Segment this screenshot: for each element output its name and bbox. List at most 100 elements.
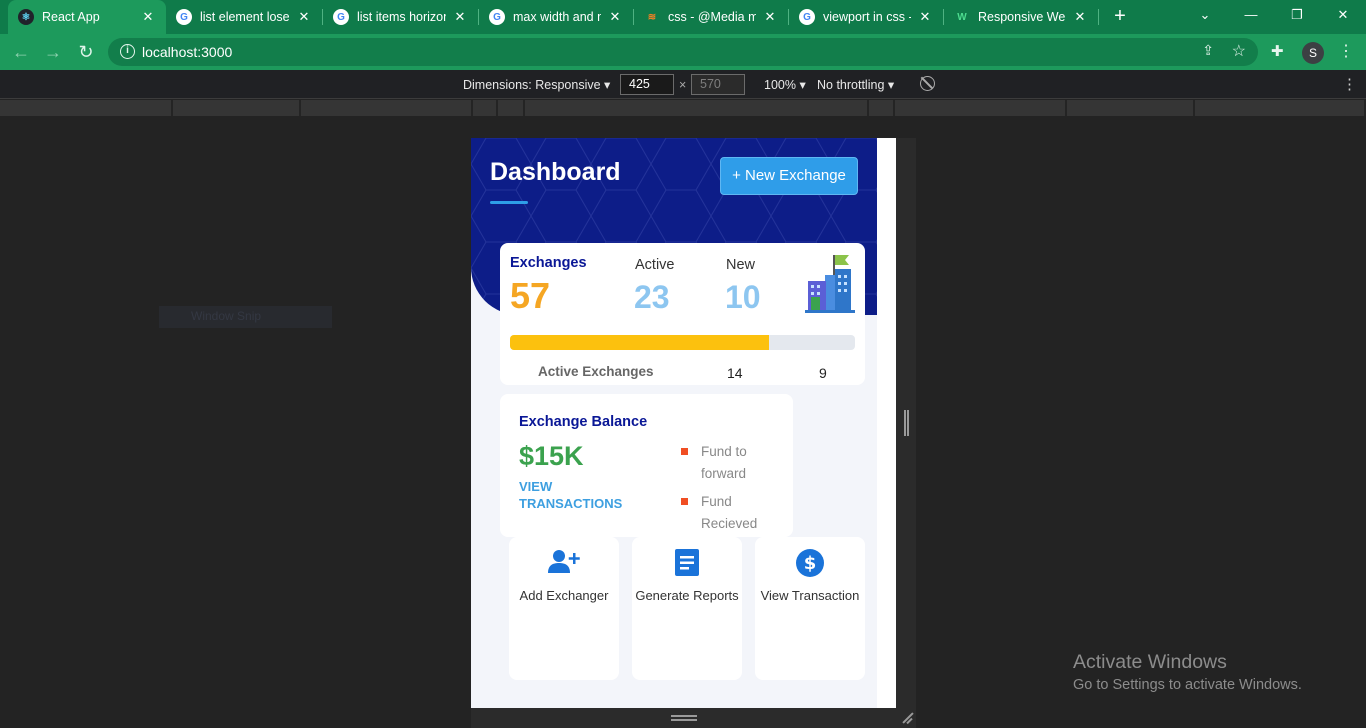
- media-segment[interactable]: [0, 100, 173, 116]
- browser-menu-icon[interactable]: ⋮: [1338, 41, 1354, 61]
- media-segment[interactable]: [895, 100, 1067, 116]
- tab-react-app[interactable]: ⚛ React App ✕: [8, 0, 166, 34]
- profile-avatar[interactable]: S: [1302, 42, 1324, 64]
- minimize-icon[interactable]: —: [1228, 0, 1274, 30]
- zoom-select[interactable]: 100% ▾: [764, 77, 806, 92]
- devtools-more-icon[interactable]: ⋮: [1342, 75, 1357, 93]
- dimensions-select[interactable]: Dimensions: Responsive ▾: [463, 77, 610, 92]
- address-bar[interactable]: i localhost:3000 ⇪ ☆: [108, 38, 1258, 66]
- tab-list-element[interactable]: G list element loses ✕: [166, 0, 322, 34]
- view-transaction-label: View Transaction: [760, 588, 860, 603]
- resize-handle-bottom[interactable]: [671, 715, 697, 721]
- new-label: New: [726, 257, 756, 273]
- tab-title: list element loses: [200, 10, 290, 24]
- bookmark-star-icon[interactable]: ☆: [1232, 41, 1246, 61]
- tab-css-media[interactable]: ≋ css - @Media mi ✕: [634, 0, 788, 34]
- exchange-progress-bar: [510, 335, 855, 350]
- snip-ghost-label: Window Snip: [159, 306, 332, 328]
- media-segment[interactable]: [473, 100, 498, 116]
- add-user-icon: [548, 550, 580, 573]
- throttling-select[interactable]: No throttling ▾: [817, 77, 894, 92]
- tab-title: list items horizon: [357, 10, 446, 24]
- times-sign: ×: [679, 78, 687, 92]
- share-icon[interactable]: ⇪: [1202, 42, 1214, 59]
- media-query-bar[interactable]: [0, 100, 1366, 116]
- legend-fund-to-forward: Fund to forward: [701, 444, 747, 481]
- balance-card: Exchange Balance $15K VIEW TRANSACTIONS …: [500, 394, 793, 537]
- restore-icon[interactable]: ❐: [1274, 0, 1320, 30]
- address-url[interactable]: localhost:3000: [142, 44, 232, 60]
- scrollbar-gutter[interactable]: [877, 138, 896, 708]
- close-icon[interactable]: ✕: [917, 9, 933, 25]
- google-icon: G: [489, 9, 505, 25]
- exchanges-card: Exchanges 57 Active 23 New 10 Active Exc…: [500, 243, 865, 385]
- back-icon[interactable]: ←: [8, 39, 34, 65]
- generate-reports-label: Generate Reports: [635, 588, 739, 603]
- media-segment[interactable]: [301, 100, 473, 116]
- legend-marker: [681, 498, 688, 505]
- active-count: 23: [634, 279, 670, 315]
- width-input[interactable]: 425: [620, 74, 674, 95]
- title-underline: [490, 201, 528, 204]
- tab-viewport[interactable]: G viewport in css - ✕: [789, 0, 943, 34]
- close-icon[interactable]: ✕: [296, 9, 312, 25]
- generate-reports-tile[interactable]: Generate Reports: [632, 537, 742, 680]
- tab-responsive-web[interactable]: W Responsive Web ✕: [944, 0, 1098, 34]
- dimensions-label: Dimensions: Responsive: [463, 78, 601, 92]
- close-icon[interactable]: ✕: [452, 9, 468, 25]
- tab-title: css - @Media mi: [668, 10, 756, 24]
- legend-marker: [681, 448, 688, 455]
- watermark-subtitle: Go to Settings to activate Windows.: [1073, 677, 1302, 693]
- exchanges-count: 57: [510, 275, 551, 316]
- add-exchanger-label: Add Exchanger: [519, 588, 609, 603]
- watermark-title: Activate Windows: [1073, 651, 1227, 673]
- media-segment[interactable]: [869, 100, 895, 116]
- balance-amount: $15K: [519, 441, 584, 471]
- resize-handle-right[interactable]: [904, 410, 909, 436]
- new-tab-button[interactable]: +: [1108, 4, 1132, 28]
- tab-strip: ⚛ React App ✕ G list element loses ✕ G l…: [0, 0, 1366, 34]
- window-close-icon[interactable]: ✕: [1320, 0, 1366, 30]
- svg-text:$: $: [804, 553, 817, 574]
- close-icon[interactable]: ✕: [762, 9, 778, 25]
- dollar-icon: $: [796, 549, 824, 577]
- close-icon[interactable]: ✕: [140, 9, 156, 25]
- extensions-icon[interactable]: ✚: [1271, 42, 1284, 60]
- view-transaction-tile[interactable]: $ View Transaction: [755, 537, 865, 680]
- tab-search-icon[interactable]: ⌄: [1182, 0, 1228, 30]
- page-title: Dashboard: [490, 158, 621, 186]
- w-icon: W: [957, 11, 967, 23]
- media-segment[interactable]: [525, 100, 869, 116]
- media-segment[interactable]: [173, 100, 301, 116]
- site-info-icon[interactable]: i: [120, 44, 135, 59]
- add-exchanger-tile[interactable]: Add Exchanger: [509, 537, 619, 680]
- new-count: 10: [725, 279, 761, 315]
- document-icon: [675, 549, 699, 576]
- google-icon: G: [176, 9, 192, 25]
- device-viewport: Dashboard + New Exchange Exchanges 57 Ac…: [471, 138, 896, 708]
- media-segment[interactable]: [498, 100, 525, 116]
- reload-icon[interactable]: ↻: [73, 39, 99, 65]
- tab-title: React App: [42, 10, 100, 24]
- building-icon: [805, 255, 855, 313]
- rotate-icon[interactable]: [920, 76, 935, 91]
- react-icon: ⚛: [18, 9, 34, 25]
- forward-icon[interactable]: →: [40, 39, 66, 65]
- close-icon[interactable]: ✕: [1072, 9, 1088, 25]
- device-toolbar: Dimensions: Responsive ▾ 425 × 570 100% …: [0, 70, 1366, 99]
- resize-handle-corner[interactable]: [900, 711, 914, 725]
- tab-max-width[interactable]: G max width and m ✕: [479, 0, 633, 34]
- activate-windows-watermark: Activate Windows Go to Settings to activ…: [1073, 651, 1302, 693]
- browser-toolbar: ← → ↻ i localhost:3000 ⇪ ☆ ✚ S ⋮: [0, 34, 1366, 70]
- close-icon[interactable]: ✕: [607, 9, 623, 25]
- view-transactions-link[interactable]: VIEW TRANSACTIONS: [519, 478, 639, 512]
- legend-fund-received: Fund Recieved: [701, 494, 758, 531]
- height-input[interactable]: 570: [691, 74, 745, 95]
- media-segment[interactable]: [1195, 100, 1366, 116]
- new-exchange-button[interactable]: + New Exchange: [720, 157, 858, 195]
- media-segment[interactable]: [1067, 100, 1195, 116]
- google-icon: G: [333, 9, 349, 25]
- stackoverflow-icon: ≋: [647, 11, 657, 23]
- tab-list-items[interactable]: G list items horizon ✕: [323, 0, 478, 34]
- progress-fill: [510, 335, 769, 350]
